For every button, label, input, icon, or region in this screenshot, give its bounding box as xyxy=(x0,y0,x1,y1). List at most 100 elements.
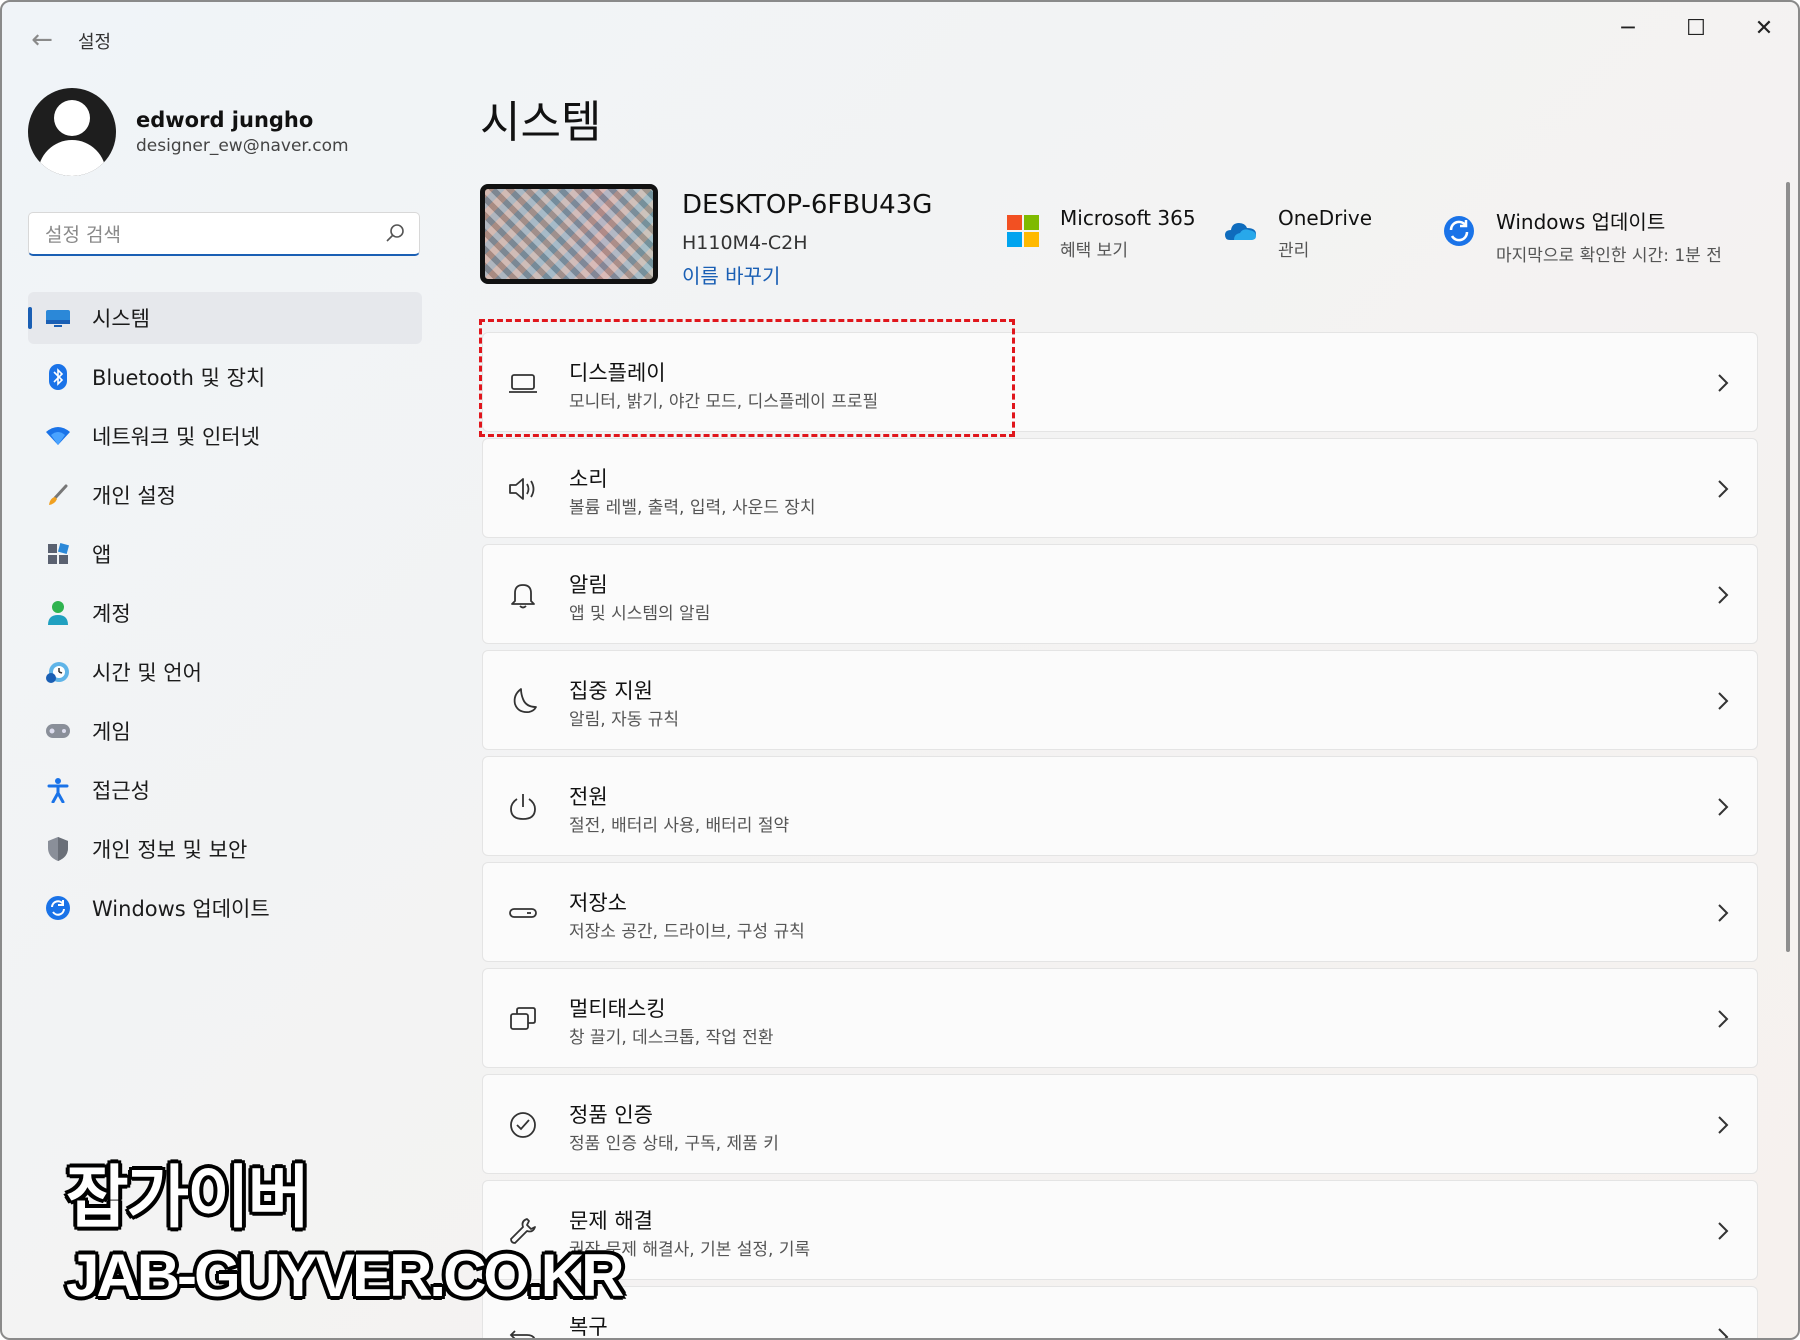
sidebar-item-label: Bluetooth 및 장치 xyxy=(92,366,266,390)
power-icon xyxy=(510,794,536,820)
sidebar-item-time-language[interactable]: 시간 및 언어 xyxy=(28,646,422,698)
brush-icon xyxy=(44,481,72,509)
minimize-icon: ─ xyxy=(1621,15,1635,41)
microsoft-logo-icon xyxy=(1007,215,1039,247)
maximize-icon: ☐ xyxy=(1686,15,1706,41)
speaker-icon xyxy=(509,478,535,500)
settings-card-sound[interactable]: 소리 볼륨 레벨, 출력, 입력, 사운드 장치 xyxy=(482,438,1758,538)
minimize-button[interactable]: ─ xyxy=(1594,2,1662,54)
device-name: DESKTOP-6FBU43G xyxy=(682,190,933,220)
sidebar-item-label: 앱 xyxy=(92,543,112,567)
card-subtitle: 창 끌기, 데스크톱, 작업 전환 xyxy=(569,1028,774,1048)
chevron-right-icon xyxy=(1718,798,1729,816)
quick-link-subtitle: 혜택 보기 xyxy=(1060,241,1128,261)
sidebar-item-network[interactable]: 네트워크 및 인터넷 xyxy=(28,410,422,462)
profile-email: designer_ew@naver.com xyxy=(136,136,349,156)
card-title: 디스플레이 xyxy=(569,361,666,385)
recovery-icon xyxy=(509,1330,536,1338)
desktop-wallpaper-thumbnail xyxy=(480,184,658,284)
quick-link-title: Windows 업데이트 xyxy=(1496,210,1666,234)
settings-card-activation[interactable]: 정품 인증 정품 인증 상태, 구독, 제품 키 xyxy=(482,1074,1758,1174)
window-controls: ─ ☐ ✕ xyxy=(1594,2,1798,54)
app-title: 설정 xyxy=(78,32,112,53)
quick-link-title: Microsoft 365 xyxy=(1060,206,1196,230)
rename-link[interactable]: 이름 바꾸기 xyxy=(682,260,780,289)
account-icon xyxy=(44,599,72,627)
quick-link-onedrive[interactable]: OneDrive 관리 xyxy=(1224,206,1372,261)
quick-link-subtitle: 관리 xyxy=(1278,241,1310,261)
sidebar-item-gaming[interactable]: 게임 xyxy=(28,705,422,757)
sidebar-item-system[interactable]: 시스템 xyxy=(28,292,422,344)
settings-card-power[interactable]: 전원 절전, 배터리 사용, 배터리 절약 xyxy=(482,756,1758,856)
settings-card-focus-assist[interactable]: 집중 지원 알림, 자동 규칙 xyxy=(482,650,1758,750)
bluetooth-icon xyxy=(44,363,72,391)
scrollbar[interactable] xyxy=(1786,182,1790,952)
apps-icon xyxy=(44,540,72,568)
storage-icon xyxy=(509,908,537,918)
sidebar-nav: 시스템 Bluetooth 및 장치 네트워크 및 인터넷 개인 설정 앱 계정… xyxy=(28,292,422,941)
chevron-right-icon xyxy=(1718,586,1729,604)
sidebar-item-accessibility[interactable]: 접근성 xyxy=(28,764,422,816)
chevron-right-icon xyxy=(1718,480,1729,498)
sidebar-item-label: 개인 정보 및 보안 xyxy=(92,838,248,862)
sidebar-item-privacy[interactable]: 개인 정보 및 보안 xyxy=(28,823,422,875)
shield-icon xyxy=(44,835,72,863)
search-icon[interactable] xyxy=(385,223,405,243)
card-title: 소리 xyxy=(569,467,608,491)
quick-link-title: OneDrive xyxy=(1278,206,1373,230)
accessibility-icon xyxy=(44,776,72,804)
settings-card-notifications[interactable]: 알림 앱 및 시스템의 알림 xyxy=(482,544,1758,644)
chevron-right-icon xyxy=(1718,1222,1729,1240)
card-title: 정품 인증 xyxy=(569,1103,653,1127)
gamepad-icon xyxy=(44,717,72,745)
watermark-url: JAB-GUYVER.CO.KR xyxy=(66,1242,624,1309)
card-title: 집중 지원 xyxy=(569,679,653,703)
multitasking-icon xyxy=(510,1007,536,1030)
quick-link-windows-update[interactable]: Windows 업데이트 마지막으로 확인한 시간: 1분 전 xyxy=(1442,206,1722,266)
card-subtitle: 절전, 배터리 사용, 배터리 절약 xyxy=(569,816,790,836)
watermark: 잡가이버 JAB-GUYVER.CO.KR xyxy=(66,1142,624,1310)
windows-update-icon xyxy=(1444,216,1474,246)
chevron-right-icon xyxy=(1718,904,1729,922)
profile-name: edword jungho xyxy=(136,108,314,132)
sidebar-item-label: 시스템 xyxy=(92,307,150,331)
chevron-right-icon xyxy=(1718,374,1729,392)
sidebar-item-accounts[interactable]: 계정 xyxy=(28,587,422,639)
sidebar-item-label: 개인 설정 xyxy=(92,484,176,508)
watermark-title: 잡가이버 xyxy=(66,1159,310,1238)
chevron-right-icon xyxy=(1718,692,1729,710)
settings-card-troubleshoot[interactable]: 문제 해결 권장 문제 해결사, 기본 설정, 기록 xyxy=(482,1180,1758,1280)
card-subtitle: 알림, 자동 규칙 xyxy=(569,710,680,730)
quick-link-microsoft365[interactable]: Microsoft 365 혜택 보기 xyxy=(1006,206,1196,261)
chevron-right-icon xyxy=(1718,1010,1729,1028)
card-title: 복구 xyxy=(569,1315,608,1339)
onedrive-cloud-icon xyxy=(1225,223,1256,240)
close-button[interactable]: ✕ xyxy=(1730,2,1798,54)
settings-card-recovery[interactable]: 복구 xyxy=(482,1286,1758,1339)
sidebar-item-personalization[interactable]: 개인 설정 xyxy=(28,469,422,521)
device-model: H110M4-C2H xyxy=(682,232,808,254)
card-subtitle: 저장소 공간, 드라이브, 구성 규칙 xyxy=(569,922,805,942)
sidebar-item-label: Windows 업데이트 xyxy=(92,897,270,921)
sidebar-item-bluetooth[interactable]: Bluetooth 및 장치 xyxy=(28,351,422,403)
sidebar-item-label: 시간 및 언어 xyxy=(92,661,202,685)
page-title: 시스템 xyxy=(480,97,602,148)
title-bar: ← 설정 ─ ☐ ✕ xyxy=(2,2,1798,74)
user-profile[interactable]: edword jungho designer_ew@naver.com xyxy=(28,88,349,176)
avatar xyxy=(28,88,116,176)
sidebar-item-apps[interactable]: 앱 xyxy=(28,528,422,580)
settings-card-multitasking[interactable]: 멀티태스킹 창 끌기, 데스크톱, 작업 전환 xyxy=(482,968,1758,1068)
checkmark-circle-icon xyxy=(510,1112,536,1138)
display-icon xyxy=(509,374,537,393)
back-button[interactable]: ← xyxy=(24,22,60,58)
sidebar-item-label: 네트워크 및 인터넷 xyxy=(92,425,260,449)
maximize-button[interactable]: ☐ xyxy=(1662,2,1730,54)
windows-update-icon xyxy=(44,894,72,922)
settings-card-storage[interactable]: 저장소 저장소 공간, 드라이브, 구성 규칙 xyxy=(482,862,1758,962)
sidebar-item-windows-update[interactable]: Windows 업데이트 xyxy=(28,882,422,934)
back-arrow-icon: ← xyxy=(31,25,53,55)
settings-card-display[interactable]: 디스플레이 모니터, 밝기, 야간 모드, 디스플레이 프로필 xyxy=(482,332,1758,432)
search-input[interactable] xyxy=(43,221,377,249)
card-title: 저장소 xyxy=(569,891,627,915)
sidebar-item-label: 계정 xyxy=(92,602,131,626)
